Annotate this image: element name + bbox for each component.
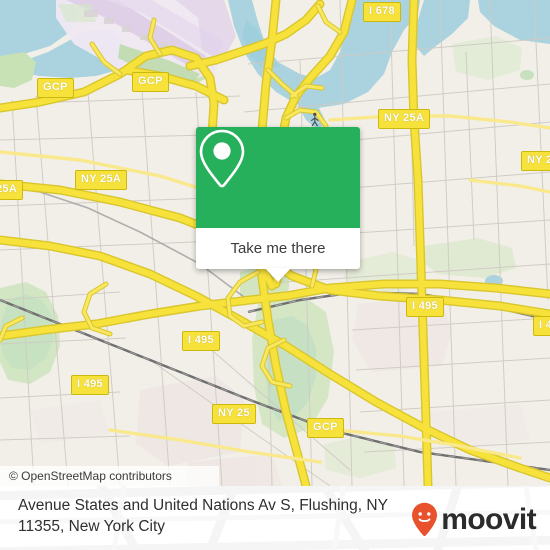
moovit-logo[interactable]: moovit [411, 502, 537, 538]
road-shield-ny25a-2: NY 25A [75, 170, 128, 190]
caption-line-2: 11355, New York City [18, 518, 166, 535]
road-shield-i495-2: I 495 [182, 331, 220, 351]
road-shield-gcp-3: GCP [307, 418, 344, 438]
popup-tail [265, 268, 291, 282]
road-shield-gcp-2: GCP [132, 72, 169, 92]
road-shield-ny2-edge: NY 2 [521, 151, 550, 171]
location-pin-icon [199, 129, 245, 188]
road-shield-i678: I 678 [363, 2, 401, 22]
map-attribution: © OpenStreetMap contributors [0, 466, 219, 486]
moovit-wordmark: moovit [441, 503, 536, 536]
take-me-there-label: Take me there [230, 240, 326, 257]
road-shield-i495-3: I 495 [71, 375, 109, 395]
caption-line-1: Avenue States and United Nations Av S, F… [18, 497, 388, 514]
road-shield-i4-edge: I 4 [533, 316, 550, 336]
road-shield-25a-edge: 25A [0, 180, 24, 200]
map-screenshot: GCP GCP I 678 NY 25A NY 25A 25A NY 2 I 4… [0, 0, 550, 550]
location-caption: Avenue States and United Nations Av S, F… [18, 495, 410, 537]
road-shield-ny25a-1: NY 25A [378, 109, 431, 129]
popup-header [196, 127, 360, 228]
road-shield-i495-1: I 495 [406, 297, 444, 317]
location-popup-card[interactable]: Take me there [196, 127, 360, 282]
attribution-text: © OpenStreetMap contributors [9, 469, 172, 483]
caption-bar: Avenue States and United Nations Av S, F… [0, 486, 550, 550]
moovit-pin-icon [412, 502, 438, 537]
road-shield-gcp-1: GCP [37, 78, 74, 98]
road-shield-ny25: NY 25 [212, 404, 256, 424]
map-canvas[interactable]: GCP GCP I 678 NY 25A NY 25A 25A NY 2 I 4… [0, 0, 550, 486]
popup-action-bar[interactable]: Take me there [196, 228, 360, 282]
